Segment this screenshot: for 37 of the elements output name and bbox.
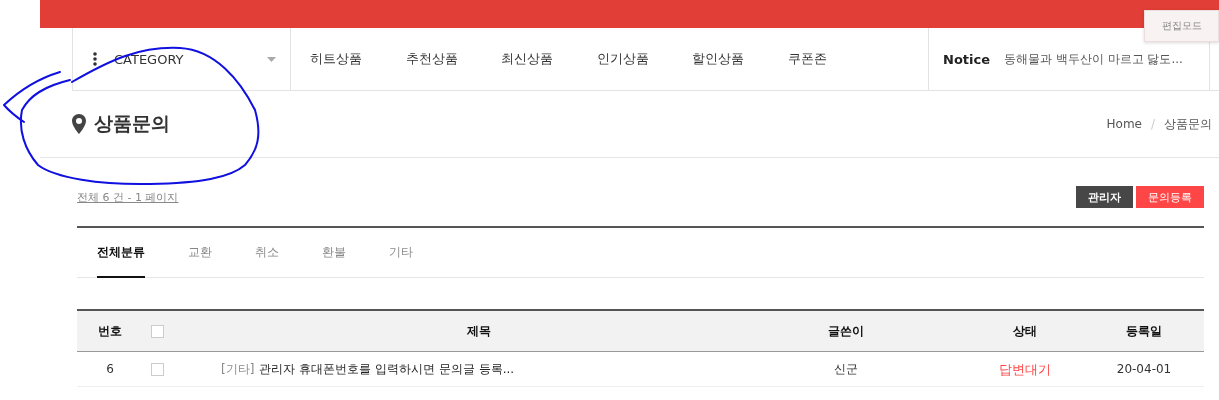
menu-item[interactable]: 최신상품 — [501, 50, 597, 68]
notice-label: Notice — [943, 51, 990, 67]
location-pin-icon — [72, 114, 86, 134]
menu-item[interactable]: 쿠폰존 — [787, 50, 883, 68]
table-cell-text: 20-04-01 — [1115, 362, 1173, 376]
column-header: 등록일 — [1125, 322, 1163, 340]
category-tab[interactable]: 교환 — [188, 228, 212, 278]
status-label: 답변대기 — [999, 361, 1051, 377]
breadcrumb-link[interactable]: Home — [1106, 117, 1142, 131]
admin-button[interactable]: 관리자 — [1076, 186, 1133, 208]
more-icon — [93, 52, 97, 66]
column-header: 번호 — [97, 322, 123, 340]
menu-item[interactable]: 할인상품 — [692, 50, 788, 68]
category-tab[interactable]: 취소 — [255, 228, 279, 278]
notice-link[interactable]: 동해물과 백두산이 마르고 닳도... — [1004, 50, 1183, 68]
caret-icon — [267, 56, 276, 62]
breadcrumb-link[interactable]: 상품문의 — [1164, 115, 1212, 133]
column-header: 상태 — [1012, 322, 1038, 340]
category-tab[interactable]: 전체분류 — [97, 228, 145, 278]
category-tab[interactable]: 환불 — [322, 228, 346, 278]
category-tag: [기타] — [221, 360, 255, 378]
menu-item[interactable]: 추천상품 — [405, 50, 501, 68]
table-cell-text: 신군 — [833, 360, 859, 378]
category-dropdown[interactable]: CATEGORY — [73, 28, 291, 90]
category-tab[interactable]: 기타 — [389, 228, 413, 278]
post-count-link[interactable]: 전체 6 건 - 1 페이지 — [77, 189, 179, 205]
menu-item[interactable]: 히트상품 — [310, 50, 406, 68]
breadcrumb-separator: / — [1150, 117, 1155, 131]
column-header: 글쓴이 — [827, 322, 865, 340]
column-header: 제목 — [465, 322, 492, 340]
table-cell-text: 6 — [105, 362, 115, 376]
page-title: 상품문의 — [94, 111, 171, 136]
menu-item[interactable]: 인기상품 — [596, 50, 692, 68]
checkbox[interactable] — [151, 324, 164, 338]
category-label: CATEGORY — [114, 51, 185, 67]
checkbox[interactable] — [151, 362, 164, 376]
post-title-link[interactable]: 관리자 휴대폰번호를 입력하시면 문의글 등록... — [259, 360, 515, 378]
